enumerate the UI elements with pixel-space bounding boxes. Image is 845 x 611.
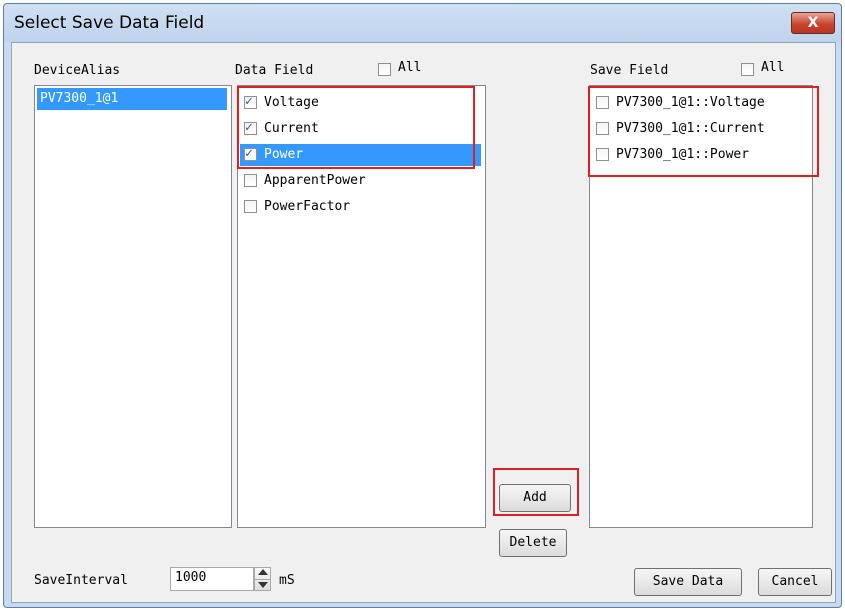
data-field-header: Data Field	[235, 63, 314, 78]
save-field-all-checkbox[interactable]: ✓	[741, 63, 754, 76]
save-current-checkbox[interactable]: ✓	[596, 122, 609, 135]
data-field-all-label: All	[398, 60, 422, 75]
device-alias-header: DeviceAlias	[34, 63, 121, 78]
spinner-divider	[255, 579, 270, 580]
power-checkbox[interactable]: ✓	[244, 146, 257, 161]
save-field-item-current[interactable]: ✓ PV7300_1@1::Current	[592, 118, 808, 140]
close-icon: X	[807, 15, 819, 31]
delete-button[interactable]: Delete	[499, 529, 567, 557]
cancel-button[interactable]: Cancel	[758, 568, 832, 596]
spin-up-icon[interactable]	[258, 569, 268, 575]
add-button[interactable]: Add	[499, 484, 571, 512]
save-field-item-voltage[interactable]: ✓ PV7300_1@1::Voltage	[592, 92, 808, 114]
save-interval-label: SaveInterval	[34, 573, 128, 588]
data-field-item-powerfactor[interactable]: ✓ PowerFactor	[240, 196, 481, 218]
dialog-title: Select Save Data Field	[14, 13, 205, 33]
dialog-body: DeviceAlias PV7300_1@1 Data Field ✓ All …	[11, 42, 836, 603]
save-field-list[interactable]: ✓ PV7300_1@1::Voltage ✓ PV7300_1@1::Curr…	[589, 85, 813, 528]
current-checkbox[interactable]: ✓	[244, 120, 257, 135]
dialog-window: Select Save Data Field X DeviceAlias PV7…	[3, 3, 842, 608]
data-field-item-voltage[interactable]: ✓ Voltage	[240, 92, 481, 114]
save-field-header: Save Field	[590, 63, 669, 78]
save-data-button[interactable]: Save Data	[634, 568, 742, 596]
voltage-checkbox[interactable]: ✓	[244, 94, 257, 109]
save-field-item-power[interactable]: ✓ PV7300_1@1::Power	[592, 144, 808, 166]
data-field-item-apparentpower[interactable]: ✓ ApparentPower	[240, 170, 481, 192]
data-field-all-checkbox[interactable]: ✓	[378, 63, 391, 76]
data-field-item-power[interactable]: ✓ Power	[240, 144, 481, 166]
powerfactor-checkbox[interactable]: ✓	[244, 200, 257, 213]
device-alias-list[interactable]: PV7300_1@1	[34, 85, 232, 528]
spin-down-icon[interactable]	[258, 582, 268, 588]
save-power-checkbox[interactable]: ✓	[596, 148, 609, 161]
save-interval-input[interactable]: 1000	[170, 567, 254, 591]
data-field-list[interactable]: ✓ Voltage ✓ Current ✓ Power ✓ ApparentPo…	[237, 85, 486, 528]
title-bar[interactable]: Select Save Data Field X	[4, 4, 841, 42]
save-field-all-label: All	[761, 60, 785, 75]
save-voltage-checkbox[interactable]: ✓	[596, 96, 609, 109]
save-interval-unit: mS	[279, 573, 295, 588]
apparentpower-checkbox[interactable]: ✓	[244, 174, 257, 187]
close-button[interactable]: X	[791, 12, 835, 34]
device-alias-item[interactable]: PV7300_1@1	[37, 88, 227, 110]
data-field-item-current[interactable]: ✓ Current	[240, 118, 481, 140]
save-interval-spinner[interactable]	[254, 567, 271, 591]
